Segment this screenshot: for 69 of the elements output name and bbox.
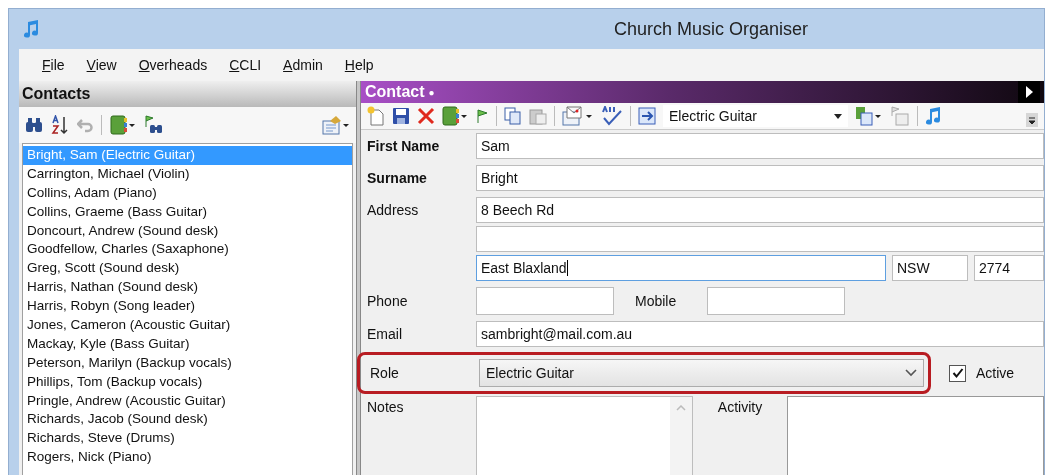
list-item[interactable]: Richards, Jacob (Sound desk) [23, 410, 352, 430]
form-settings-icon[interactable] [322, 115, 350, 135]
spellcheck-icon[interactable] [601, 106, 623, 126]
address-line-field[interactable]: 8 Beech Rd [476, 197, 1044, 223]
delete-icon[interactable] [417, 107, 435, 125]
field-label: Phone [366, 293, 409, 309]
envelope-document-icon[interactable] [562, 106, 594, 126]
checkbox-label: Active [976, 365, 1015, 381]
address-book-icon[interactable] [110, 115, 136, 135]
list-item[interactable]: Collins, Adam (Piano) [23, 183, 352, 203]
field-label: Surname [366, 170, 428, 186]
field-label: Mobile [634, 293, 678, 309]
field-label: Address [366, 201, 420, 218]
list-item[interactable]: Collins, Graeme (Bass Guitar) [23, 202, 352, 222]
menu-item[interactable]: Overheads [129, 55, 217, 75]
list-item[interactable]: Goodfellow, Charles (Saxaphone) [23, 240, 352, 260]
field-label: First Name [366, 138, 441, 154]
activity-field[interactable] [787, 396, 1044, 475]
list-item[interactable]: Mackay, Kyle (Bass Guitar) [23, 334, 352, 354]
menu-item[interactable]: View [77, 55, 126, 75]
surname-field[interactable]: Bright [476, 165, 1044, 191]
list-item[interactable]: Phillips, Tom (Backup vocals) [23, 372, 352, 392]
flag-icon[interactable] [475, 108, 489, 124]
list-item[interactable]: Richards, Steve (Drums) [23, 429, 352, 449]
email-field[interactable]: sambright@mail.com.au [476, 321, 1044, 347]
list-item[interactable]: Doncourt, Andrew (Sound desk) [23, 221, 352, 241]
music-note-icon [23, 19, 39, 39]
music-note-icon[interactable] [925, 106, 941, 126]
notes-field[interactable] [476, 396, 693, 475]
list-item[interactable]: Harris, Robyn (Song leader) [23, 297, 352, 316]
mobile-field[interactable] [707, 287, 845, 315]
list-item[interactable]: Pringle, Andrew (Acoustic Guitar) [23, 391, 352, 411]
menu-item[interactable]: Admin [274, 55, 332, 75]
field-label: Email [366, 326, 403, 342]
postcode-field[interactable]: 2774 [974, 255, 1044, 281]
menu-item[interactable]: CCLI [220, 55, 271, 75]
field-label: Activity [717, 399, 763, 415]
list-item[interactable]: Rogers, Nick (Piano) [23, 448, 352, 468]
field-label: Notes [366, 398, 405, 417]
list-item[interactable]: Harris, Nathan (Sound desk) [23, 278, 352, 298]
toolbar-overflow-icon[interactable] [1026, 113, 1038, 127]
suburb-field[interactable]: East Blaxland [476, 255, 886, 281]
active-checkbox[interactable] [949, 364, 966, 382]
binoculars-icon[interactable] [25, 117, 43, 133]
save-icon[interactable] [392, 107, 410, 125]
menu-item[interactable]: Help [335, 55, 383, 75]
copy-icon[interactable] [504, 107, 522, 125]
window-title: Church Music Organiser [614, 18, 809, 40]
role-select[interactable]: Electric Guitar [479, 359, 924, 387]
panel-title: Contact [365, 83, 425, 101]
arrow-box-icon[interactable] [638, 107, 656, 125]
address-line-field[interactable] [476, 226, 1044, 252]
chevron-down-icon [905, 369, 917, 377]
state-field[interactable]: NSW [892, 255, 968, 281]
list-item[interactable]: Greg, Scott (Sound desk) [23, 259, 352, 279]
flag-binoculars-icon[interactable] [144, 115, 164, 135]
role-dropdown[interactable]: Electric Guitar [663, 105, 848, 127]
sort-icon[interactable] [51, 115, 69, 135]
menu-item[interactable]: File [33, 55, 74, 75]
address-book-icon[interactable] [442, 106, 468, 126]
panel-header: Contacts [19, 81, 356, 107]
first-name-field[interactable]: Sam [476, 133, 1044, 159]
field-label: Role [369, 365, 400, 381]
list-item[interactable]: Jones, Cameron (Acoustic Guitar) [23, 316, 352, 335]
move-icon[interactable] [855, 106, 883, 126]
list-item[interactable]: Carrington, Michael (Violin) [23, 164, 352, 184]
phone-field[interactable] [476, 287, 614, 315]
unsaved-mark: ● [428, 86, 435, 98]
list-item[interactable]: Peterson, Marilyn (Backup vocals) [23, 353, 352, 373]
